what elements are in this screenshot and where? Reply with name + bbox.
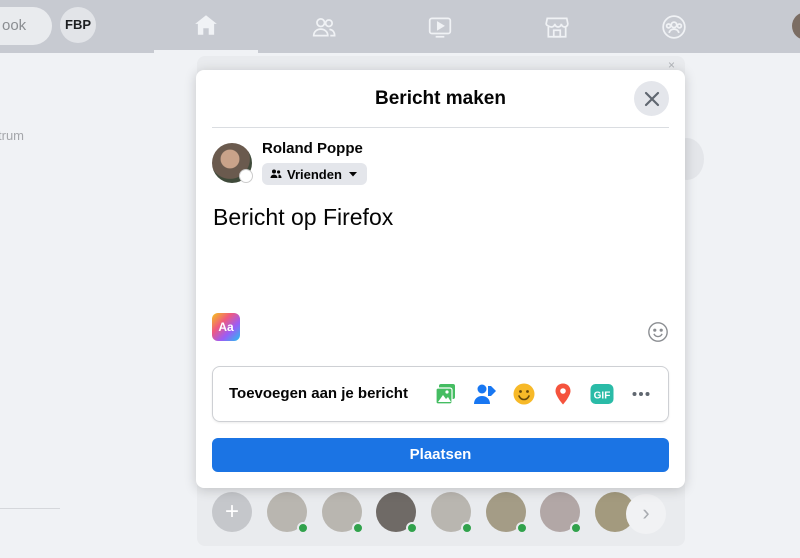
photo-video-button[interactable]: [432, 380, 460, 408]
post-submit-button[interactable]: Plaatsen: [212, 438, 669, 472]
dialog-title: Bericht maken: [375, 88, 506, 109]
friends-audience-icon: [270, 169, 282, 178]
add-story-button[interactable]: +: [212, 492, 252, 532]
friends-icon: [312, 17, 336, 37]
dialog-header: Bericht maken: [212, 70, 669, 128]
add-to-post-label: Toevoegen aan je bericht: [229, 385, 408, 402]
audience-label: Vrienden: [287, 166, 342, 182]
story-avatar[interactable]: [431, 492, 473, 534]
tag-people-button[interactable]: [471, 380, 499, 408]
photo-icon: [435, 384, 455, 405]
avatar-badge: [239, 169, 253, 183]
audience-selector[interactable]: Vrienden: [262, 163, 367, 185]
gif-button[interactable]: GIF: [588, 380, 616, 408]
nav-tab-watch[interactable]: [388, 0, 492, 53]
more-options-button[interactable]: [627, 380, 655, 408]
marketplace-icon: [545, 16, 569, 38]
search-input[interactable]: ook: [0, 7, 52, 45]
profile-avatar[interactable]: [792, 12, 800, 40]
check-in-button[interactable]: [549, 380, 577, 408]
home-icon: [195, 15, 217, 35]
online-indicator: [461, 522, 473, 534]
feeling-button[interactable]: [510, 380, 538, 408]
feeling-icon: [513, 383, 535, 405]
create-post-dialog: Bericht maken Roland Poppe Vrienden Beri…: [196, 70, 685, 488]
location-icon: [555, 383, 571, 405]
nav-tab-groups[interactable]: [622, 0, 726, 53]
gif-icon: GIF: [590, 384, 614, 404]
emoji-icon[interactable]: [647, 321, 669, 343]
online-indicator: [406, 522, 418, 534]
caret-down-icon: [348, 172, 357, 177]
gif-label: GIF: [594, 391, 611, 402]
text-format-button[interactable]: Aa: [212, 313, 240, 341]
stories-next-button[interactable]: ›: [626, 494, 666, 534]
watch-icon: [428, 16, 452, 38]
story-avatar[interactable]: [376, 492, 418, 534]
author-name: Roland Poppe: [262, 140, 363, 157]
post-text-input[interactable]: Bericht op Firefox: [213, 204, 393, 231]
shortcut-avatar[interactable]: FBP: [60, 7, 96, 43]
tag-people-icon: [474, 384, 496, 404]
story-avatar[interactable]: [267, 492, 309, 534]
online-indicator: [297, 522, 309, 534]
online-indicator: [352, 522, 364, 534]
close-button[interactable]: [634, 81, 669, 116]
nav-tab-marketplace[interactable]: [505, 0, 609, 53]
close-icon: [644, 91, 659, 106]
author-avatar[interactable]: [212, 143, 253, 183]
add-to-post-bar: Toevoegen aan je bericht GIF: [212, 366, 669, 422]
online-indicator: [516, 522, 528, 534]
top-nav-bar: ook FBP: [0, 0, 800, 53]
story-avatar[interactable]: [322, 492, 364, 534]
stories-row: +: [212, 492, 688, 534]
story-avatar[interactable]: [486, 492, 528, 534]
groups-icon: [662, 14, 686, 39]
nav-tab-friends[interactable]: [272, 0, 376, 53]
story-avatar[interactable]: [540, 492, 582, 534]
online-indicator: [570, 522, 582, 534]
nav-tab-home[interactable]: [154, 0, 258, 53]
more-icon: [632, 392, 650, 396]
sidebar-text: trum: [0, 128, 24, 143]
sidebar-divider: [0, 508, 60, 509]
